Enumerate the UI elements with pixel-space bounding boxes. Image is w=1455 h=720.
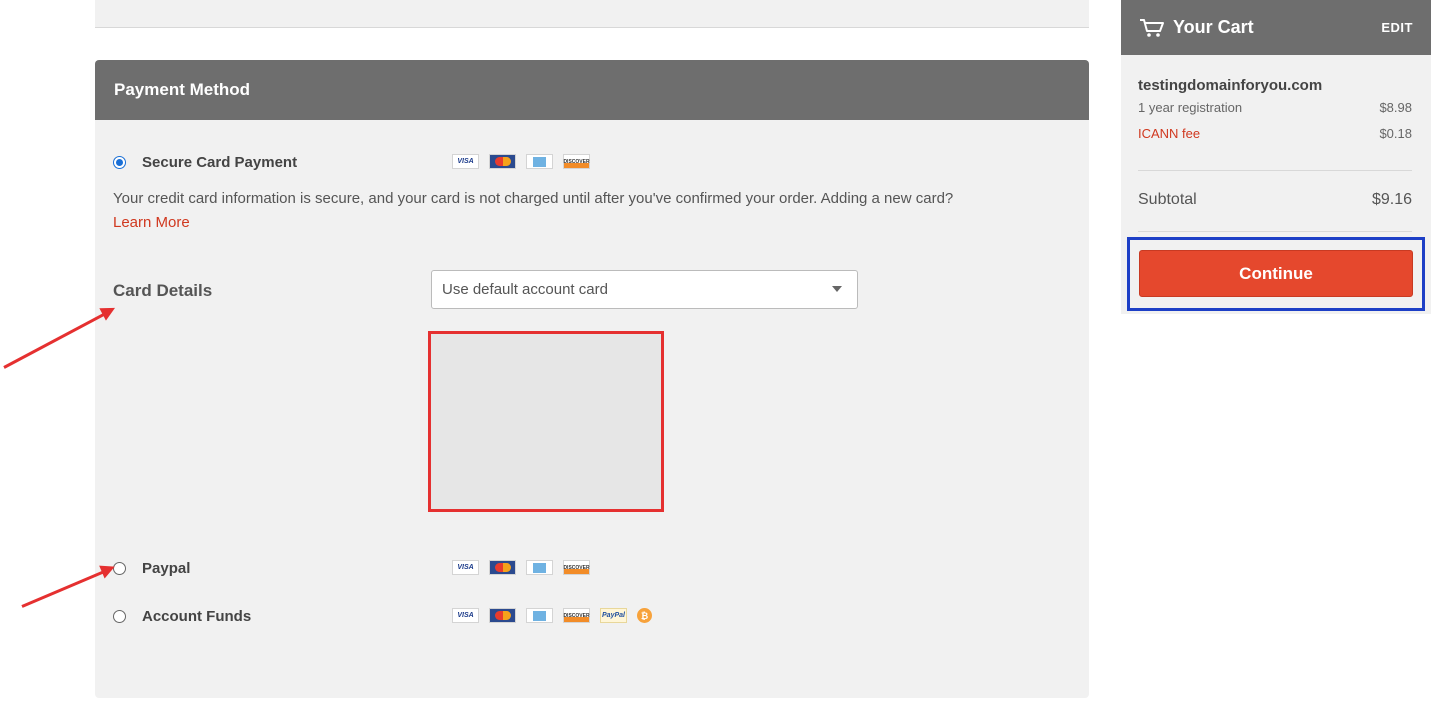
card-select-value: Use default account card [442,281,608,298]
visa-icon: VISA [452,560,479,575]
paypal-label[interactable]: Paypal [142,560,190,577]
visa-icon: VISA [452,154,479,169]
account-funds-card-icons: VISA DISCOVER PayPal ₿ [452,608,652,623]
cart-divider [1138,170,1412,171]
checkout-page: Payment Method Secure Card Payment VISA … [0,0,1455,720]
subtotal-label: Subtotal [1138,191,1197,208]
cart-divider [1138,231,1412,232]
payment-method-header: Payment Method [95,60,1089,120]
mastercard-icon [489,608,516,623]
bitcoin-icon: ₿ [637,608,652,623]
cart-icon [1140,18,1164,37]
mastercard-icon [489,154,516,169]
card-security-text: Your credit card information is secure, … [113,190,954,207]
chevron-down-icon [832,286,842,292]
line-label[interactable]: ICANN fee [1138,126,1200,141]
cart-line-registration: 1 year registration $8.98 [1138,100,1412,115]
amex-icon [526,608,553,623]
card-select-dropdown[interactable]: Use default account card [431,270,858,309]
paypal-icon: PayPal [600,608,627,623]
amex-icon [526,560,553,575]
cart-line-icann-fee: ICANN fee $0.18 [1138,126,1412,141]
line-label: 1 year registration [1138,100,1243,115]
cart-subtotal: Subtotal $9.16 [1138,191,1412,209]
secure-card-label[interactable]: Secure Card Payment [142,154,297,171]
card-security-info: Your credit card information is secure, … [113,187,1073,235]
cart-title: Your Cart [1173,17,1254,37]
redacted-card-details [428,331,664,512]
discover-icon: DISCOVER [563,154,590,169]
cart-domain-name: testingdomainforyou.com [1138,77,1323,94]
subtotal-amount: $9.16 [1371,191,1412,208]
visa-icon: VISA [452,608,479,623]
learn-more-link[interactable]: Learn More [113,214,190,231]
line-amount: $0.18 [1379,126,1412,141]
account-funds-radio[interactable] [113,610,126,623]
account-funds-label[interactable]: Account Funds [142,608,251,625]
line-amount: $8.98 [1379,100,1412,115]
mastercard-icon [489,560,516,575]
continue-button[interactable]: Continue [1139,250,1413,297]
amex-icon [526,154,553,169]
card-details-label: Card Details [113,281,213,300]
paypal-card-icons: VISA DISCOVER [452,560,590,575]
previous-section-bottom [95,0,1089,28]
secure-card-radio[interactable] [113,156,126,169]
secure-card-card-icons: VISA DISCOVER [452,154,590,169]
discover-icon: DISCOVER [563,560,590,575]
discover-icon: DISCOVER [563,608,590,623]
cart-edit-link[interactable]: EDIT [1381,20,1413,35]
cart-header: Your Cart EDIT [1121,0,1431,55]
